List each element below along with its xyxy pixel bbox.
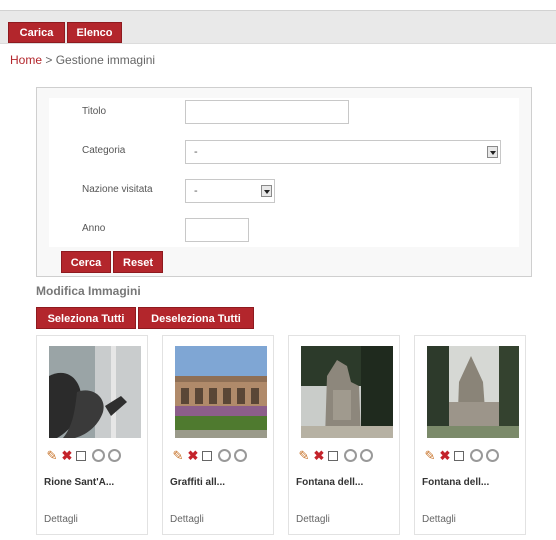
- chevron-down-icon[interactable]: [487, 146, 498, 158]
- rotate-right-icon[interactable]: [108, 449, 121, 462]
- breadcrumb: Home > Gestione immagini: [10, 53, 155, 67]
- select-checkbox[interactable]: [328, 451, 338, 461]
- anno-label: Anno: [82, 223, 106, 234]
- image-card: ✎ ✖ Graffiti all... Dettagli: [162, 335, 274, 535]
- image-thumbnail[interactable]: [301, 346, 393, 438]
- rotate-right-icon[interactable]: [486, 449, 499, 462]
- chevron-down-icon[interactable]: [261, 185, 272, 197]
- top-toolbar: Carica Elenco: [0, 10, 556, 44]
- breadcrumb-current: Gestione immagini: [55, 53, 156, 67]
- image-title[interactable]: Rione Sant'A...: [44, 477, 114, 488]
- categoria-selected-value: -: [194, 146, 198, 158]
- nazione-select[interactable]: -: [185, 179, 275, 203]
- rotate-right-icon[interactable]: [360, 449, 373, 462]
- categoria-label: Categoria: [82, 145, 126, 156]
- reset-button[interactable]: Reset: [113, 251, 163, 273]
- delete-icon[interactable]: ✖: [312, 449, 326, 463]
- image-card: ✎ ✖ Fontana dell... Dettagli: [288, 335, 400, 535]
- image-thumbnail[interactable]: [49, 346, 141, 438]
- select-checkbox[interactable]: [76, 451, 86, 461]
- deselect-all-button[interactable]: Deseleziona Tutti: [138, 307, 254, 329]
- rotate-left-icon[interactable]: [92, 449, 105, 462]
- rotate-left-icon[interactable]: [344, 449, 357, 462]
- image-gallery: ✎ ✖ Rione Sant'A... Dettagli ✎ ✖ Graffit…: [36, 335, 532, 535]
- delete-icon[interactable]: ✖: [186, 449, 200, 463]
- rotate-right-icon[interactable]: [234, 449, 247, 462]
- elenco-button[interactable]: Elenco: [67, 22, 122, 43]
- search-panel: Titolo Categoria - Nazione visitata - An…: [36, 87, 532, 277]
- titolo-label: Titolo: [82, 106, 107, 117]
- search-form: Titolo Categoria - Nazione visitata - An…: [49, 98, 519, 247]
- image-title[interactable]: Graffiti all...: [170, 477, 225, 488]
- details-link[interactable]: Dettagli: [296, 514, 330, 525]
- card-actions: ✎ ✖: [45, 449, 145, 465]
- titolo-input[interactable]: [185, 100, 349, 124]
- card-actions: ✎ ✖: [423, 449, 523, 465]
- rotate-left-icon[interactable]: [218, 449, 231, 462]
- nazione-selected-value: -: [194, 185, 198, 197]
- categoria-select[interactable]: -: [185, 140, 501, 164]
- rotate-left-icon[interactable]: [470, 449, 483, 462]
- pencil-icon[interactable]: ✎: [297, 449, 311, 463]
- image-title[interactable]: Fontana dell...: [296, 477, 363, 488]
- details-link[interactable]: Dettagli: [422, 514, 456, 525]
- card-actions: ✎ ✖: [171, 449, 271, 465]
- pencil-icon[interactable]: ✎: [423, 449, 437, 463]
- delete-icon[interactable]: ✖: [438, 449, 452, 463]
- details-link[interactable]: Dettagli: [44, 514, 78, 525]
- image-title[interactable]: Fontana dell...: [422, 477, 489, 488]
- image-thumbnail[interactable]: [427, 346, 519, 438]
- nazione-label: Nazione visitata: [82, 184, 153, 195]
- cerca-button[interactable]: Cerca: [61, 251, 111, 273]
- breadcrumb-separator: >: [45, 53, 53, 67]
- select-checkbox[interactable]: [454, 451, 464, 461]
- details-link[interactable]: Dettagli: [170, 514, 204, 525]
- delete-icon[interactable]: ✖: [60, 449, 74, 463]
- card-actions: ✎ ✖: [297, 449, 397, 465]
- pencil-icon[interactable]: ✎: [171, 449, 185, 463]
- select-checkbox[interactable]: [202, 451, 212, 461]
- image-thumbnail[interactable]: [175, 346, 267, 438]
- select-all-button[interactable]: Seleziona Tutti: [36, 307, 136, 329]
- section-title: Modifica Immagini: [36, 284, 141, 298]
- image-card: ✎ ✖ Rione Sant'A... Dettagli: [36, 335, 148, 535]
- breadcrumb-home-link[interactable]: Home: [10, 53, 42, 67]
- image-card: ✎ ✖ Fontana dell... Dettagli: [414, 335, 526, 535]
- pencil-icon[interactable]: ✎: [45, 449, 59, 463]
- anno-input[interactable]: [185, 218, 249, 242]
- carica-button[interactable]: Carica: [8, 22, 65, 43]
